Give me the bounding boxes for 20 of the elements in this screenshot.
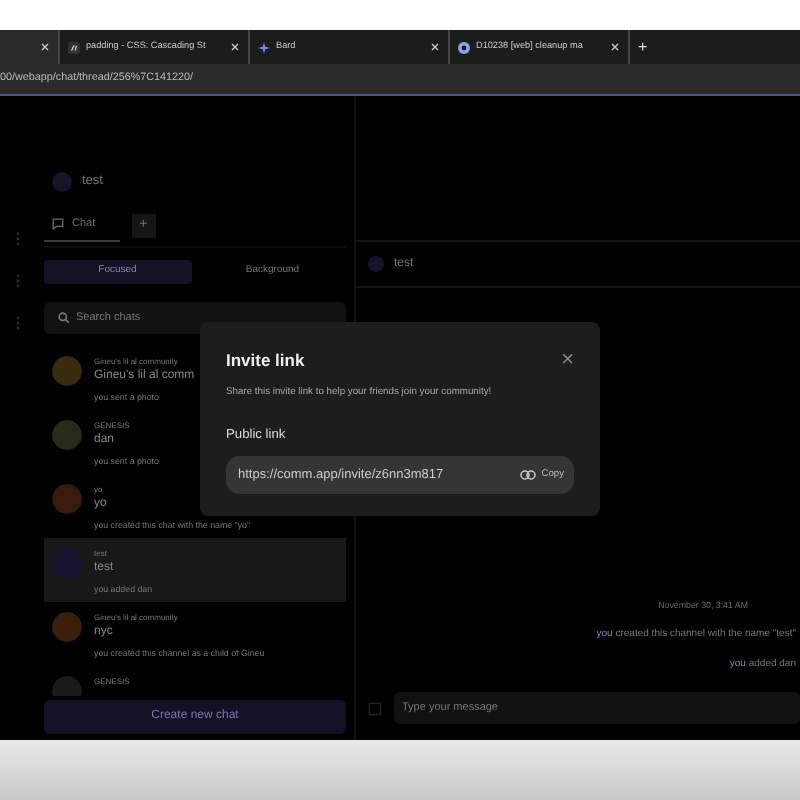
chat-bubble-icon <box>52 218 64 230</box>
avatar <box>368 256 384 272</box>
new-tab-button[interactable]: + <box>638 39 648 55</box>
avatar <box>52 356 82 386</box>
avatar <box>52 420 82 450</box>
search-icon <box>58 312 70 324</box>
avatar <box>52 612 82 642</box>
sparkle-icon <box>258 41 270 53</box>
page-icon <box>68 41 80 53</box>
close-icon[interactable] <box>610 42 620 52</box>
close-button[interactable]: × <box>561 349 574 372</box>
dialog-title: Invite link <box>226 348 305 374</box>
avatar <box>52 172 72 192</box>
close-icon[interactable] <box>230 42 240 52</box>
close-icon[interactable] <box>430 42 440 52</box>
avatar <box>52 484 82 514</box>
avatar <box>52 548 82 578</box>
link-icon <box>519 470 536 480</box>
image-icon[interactable] <box>368 701 382 715</box>
close-icon[interactable] <box>40 42 50 52</box>
